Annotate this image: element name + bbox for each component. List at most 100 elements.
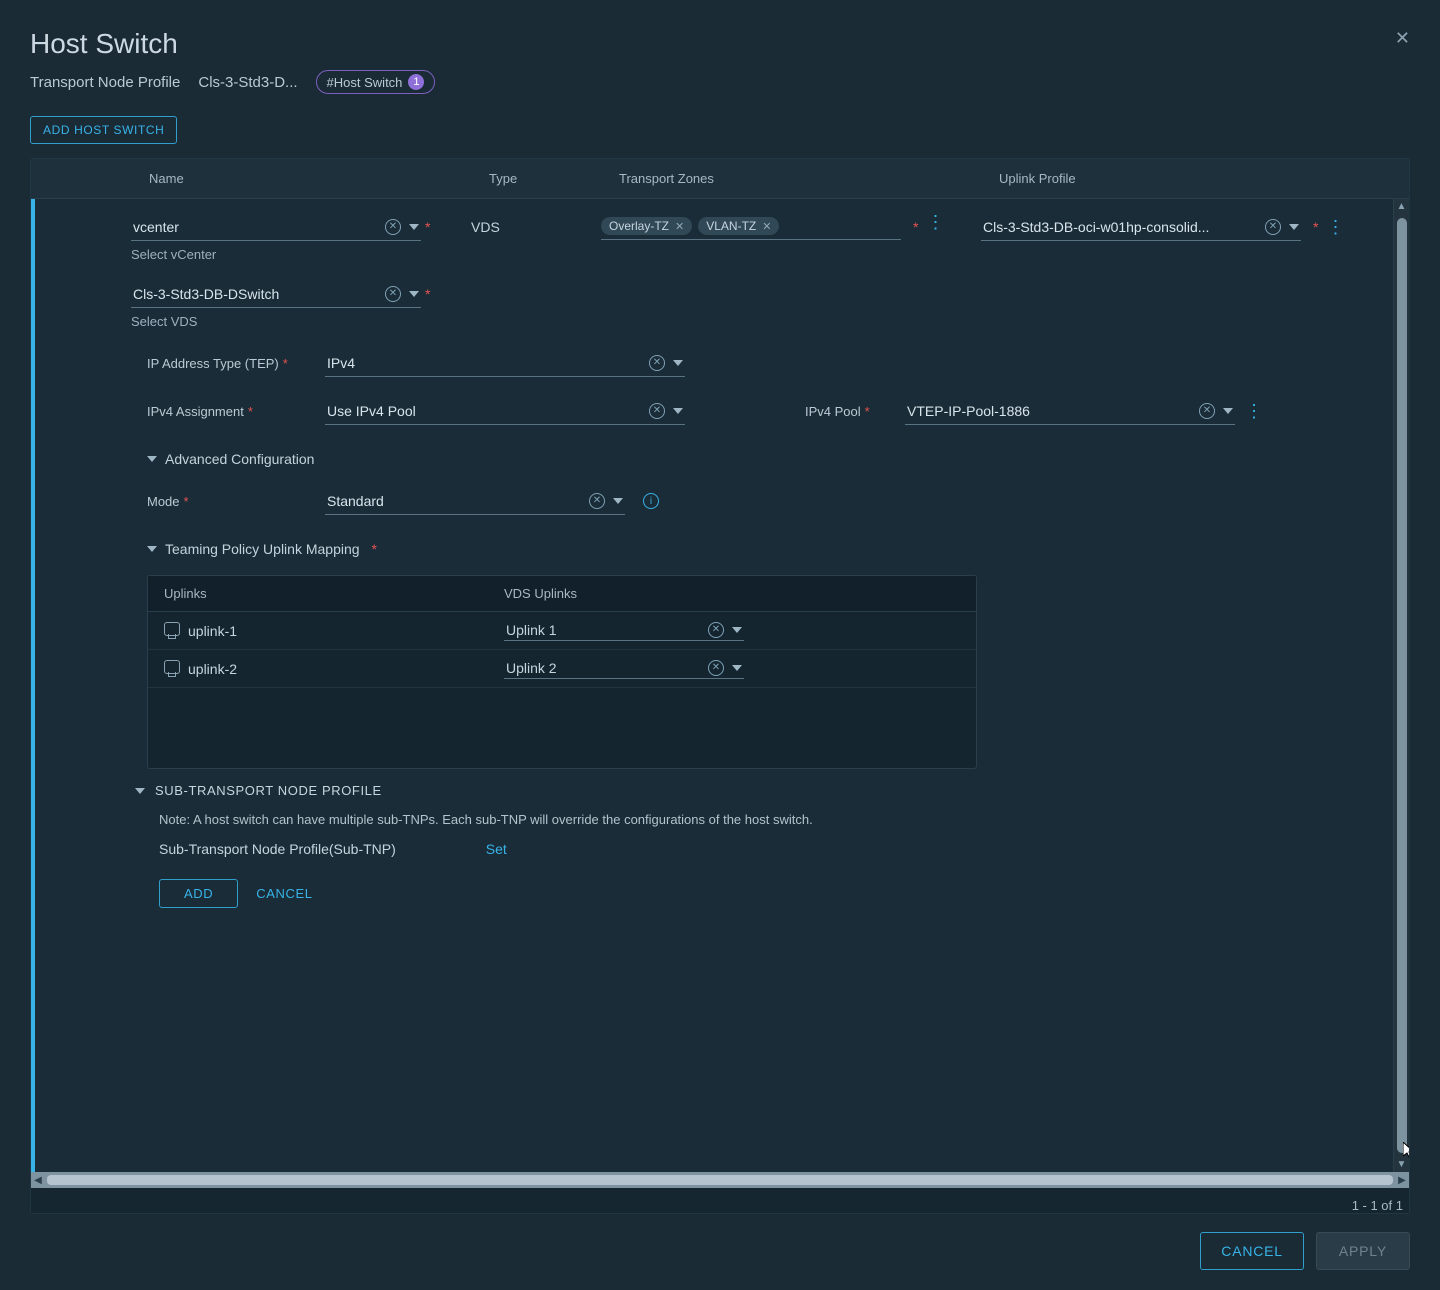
- col-uplinks: Uplinks: [164, 586, 504, 601]
- vds-uplink-select[interactable]: Uplink 2 ✕: [504, 658, 744, 679]
- sub-tnp-toggle[interactable]: SUB-TRANSPORT NODE PROFILE: [135, 783, 1393, 798]
- clear-icon[interactable]: ✕: [708, 622, 724, 638]
- modal-title: Host Switch: [30, 28, 178, 60]
- col-vds-uplinks: VDS Uplinks: [504, 586, 960, 601]
- breadcrumb-node[interactable]: Cls-3-Std3-D...: [198, 74, 297, 91]
- sub-cancel-button[interactable]: CANCEL: [256, 879, 312, 908]
- uplink-actions-icon[interactable]: ⋮: [1326, 224, 1342, 230]
- clear-icon[interactable]: ✕: [649, 355, 665, 371]
- chevron-down-icon[interactable]: [732, 627, 742, 633]
- required-marker: *: [421, 286, 430, 302]
- vds-input[interactable]: [133, 286, 385, 302]
- mode-label: Mode: [147, 494, 180, 509]
- clear-icon[interactable]: ✕: [589, 493, 605, 509]
- chevron-down-icon[interactable]: [613, 498, 623, 504]
- required-marker: *: [1309, 219, 1318, 235]
- clear-icon[interactable]: ✕: [385, 286, 401, 302]
- remove-tag-icon[interactable]: ✕: [762, 220, 771, 233]
- scroll-right-icon[interactable]: ▶: [1395, 1175, 1409, 1186]
- ipv4-pool-select[interactable]: VTEP-IP-Pool-1886 ✕: [905, 397, 1235, 425]
- clear-icon[interactable]: ✕: [708, 660, 724, 676]
- ipv4-assign-label: IPv4 Assignment: [147, 404, 244, 419]
- sub-tnp-note: Note: A host switch can have multiple su…: [135, 812, 1393, 827]
- tz-actions-icon[interactable]: ⋮: [926, 213, 942, 225]
- chevron-down-icon[interactable]: [673, 360, 683, 366]
- teaming-toggle[interactable]: Teaming Policy Uplink Mapping*: [147, 541, 1377, 557]
- sub-tnp-set-link[interactable]: Set: [486, 841, 507, 857]
- vertical-scrollbar[interactable]: ▲ ▼: [1393, 199, 1409, 1172]
- scroll-left-icon[interactable]: ◀: [31, 1175, 45, 1186]
- vds-select[interactable]: ✕: [131, 280, 421, 308]
- nic-icon: [164, 622, 180, 636]
- tz-tag[interactable]: Overlay-TZ ✕: [601, 217, 692, 235]
- horizontal-scrollbar[interactable]: ◀ ▶: [31, 1172, 1409, 1188]
- chevron-down-icon[interactable]: [1223, 408, 1233, 414]
- chevron-down-icon[interactable]: [1289, 224, 1299, 230]
- ip-type-value: IPv4: [327, 355, 355, 371]
- ipv4-assign-value: Use IPv4 Pool: [327, 403, 416, 419]
- ip-type-select[interactable]: IPv4 ✕: [325, 349, 685, 377]
- transport-zones-field[interactable]: Overlay-TZ ✕ VLAN-TZ ✕: [601, 213, 901, 240]
- mode-value: Standard: [327, 493, 384, 509]
- vcenter-input[interactable]: [133, 219, 385, 235]
- chevron-down-icon[interactable]: [732, 665, 742, 671]
- vcenter-select[interactable]: ✕: [131, 213, 421, 241]
- host-switch-modal: Host Switch ✕ Transport Node Profile Cls…: [0, 0, 1440, 1290]
- type-value: VDS: [471, 213, 601, 329]
- vds-uplink-select[interactable]: Uplink 1 ✕: [504, 620, 744, 641]
- host-switch-pill[interactable]: #Host Switch 1: [316, 70, 436, 94]
- uplink-profile-select[interactable]: Cls-3-Std3-DB-oci-w01hp-consolid... ✕: [981, 213, 1301, 241]
- col-uplink: Uplink Profile: [981, 171, 1409, 186]
- clear-icon[interactable]: ✕: [649, 403, 665, 419]
- cancel-button[interactable]: CANCEL: [1200, 1232, 1304, 1270]
- sub-add-button[interactable]: ADD: [159, 879, 238, 908]
- pager-text: 1 - 1 of 1: [31, 1188, 1409, 1213]
- ipv4-assign-select[interactable]: Use IPv4 Pool ✕: [325, 397, 685, 425]
- uplink-profile-value: Cls-3-Std3-DB-oci-w01hp-consolid...: [983, 219, 1209, 235]
- chevron-down-icon[interactable]: [673, 408, 683, 414]
- ipv4-pool-value: VTEP-IP-Pool-1886: [907, 403, 1030, 419]
- chevron-down-icon[interactable]: [409, 291, 419, 297]
- required-marker: *: [909, 213, 918, 235]
- grid-row: ✕ * Select vCenter ✕: [31, 199, 1393, 1172]
- chevron-down-icon: [135, 788, 145, 794]
- nic-icon: [164, 660, 180, 674]
- chevron-down-icon[interactable]: [409, 224, 419, 230]
- sub-tnp-label: Sub-Transport Node Profile(Sub-TNP): [159, 841, 396, 857]
- pill-label: #Host Switch: [327, 75, 403, 90]
- ipv4-pool-label: IPv4 Pool: [805, 404, 861, 419]
- teaming-row: uplink-1 Uplink 1 ✕: [148, 612, 976, 650]
- required-marker: *: [421, 219, 430, 235]
- scroll-up-icon[interactable]: ▲: [1397, 199, 1407, 214]
- breadcrumb-root[interactable]: Transport Node Profile: [30, 74, 180, 91]
- col-tz: Transport Zones: [601, 171, 981, 186]
- close-icon[interactable]: ✕: [1395, 28, 1410, 60]
- pill-count: 1: [408, 74, 424, 90]
- teaming-row: uplink-2 Uplink 2 ✕: [148, 650, 976, 688]
- ip-type-label: IP Address Type (TEP): [147, 356, 279, 371]
- grid-header: Name Type Transport Zones Uplink Profile: [31, 159, 1409, 199]
- clear-icon[interactable]: ✕: [1199, 403, 1215, 419]
- clear-icon[interactable]: ✕: [385, 219, 401, 235]
- vds-hint: Select VDS: [131, 314, 441, 329]
- vcenter-hint: Select vCenter: [131, 247, 441, 262]
- pool-actions-icon[interactable]: ⋮: [1245, 408, 1261, 414]
- remove-tag-icon[interactable]: ✕: [675, 220, 684, 233]
- scroll-thumb[interactable]: [47, 1175, 1393, 1185]
- tz-tag[interactable]: VLAN-TZ ✕: [698, 217, 779, 235]
- mouse-cursor: [1403, 1142, 1409, 1160]
- chevron-down-icon: [147, 456, 157, 462]
- advanced-config-toggle[interactable]: Advanced Configuration: [147, 451, 1377, 467]
- col-type: Type: [471, 171, 601, 186]
- col-name: Name: [131, 171, 471, 186]
- host-switch-grid: Name Type Transport Zones Uplink Profile…: [30, 158, 1410, 1214]
- add-host-switch-button[interactable]: ADD HOST SWITCH: [30, 116, 177, 144]
- scroll-thumb[interactable]: [1397, 218, 1407, 1153]
- info-icon[interactable]: i: [643, 493, 659, 509]
- mode-select[interactable]: Standard ✕: [325, 487, 625, 515]
- breadcrumb: Transport Node Profile Cls-3-Std3-D... #…: [30, 70, 1410, 94]
- chevron-down-icon: [147, 546, 157, 552]
- clear-icon[interactable]: ✕: [1265, 219, 1281, 235]
- teaming-table: Uplinks VDS Uplinks uplink-1 Uplink 1 ✕: [147, 575, 977, 769]
- apply-button[interactable]: APPLY: [1316, 1232, 1410, 1270]
